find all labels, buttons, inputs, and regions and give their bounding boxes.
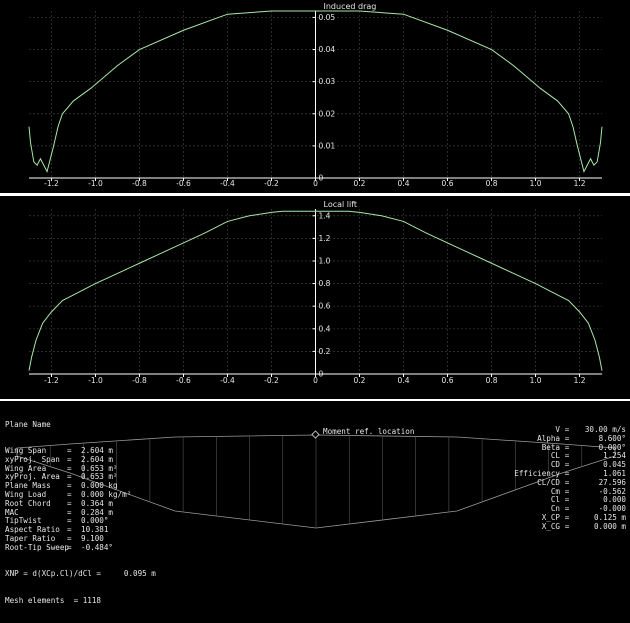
x-tick-label: 0.2 — [354, 179, 366, 188]
x-tick-label: -0.6 — [176, 376, 191, 385]
x-tick-label: -1.2 — [44, 376, 59, 385]
moment-ref-label: Moment ref. location — [323, 427, 415, 436]
result-value: 0.000 m — [593, 521, 626, 531]
x-tick-label: -1.0 — [88, 376, 103, 385]
plane-name-label: Plane Name — [5, 419, 51, 429]
property-value: 9.100 — [81, 533, 104, 543]
y-tick-label: 0.03 — [319, 77, 336, 86]
y-tick-label: 0 — [319, 370, 324, 379]
x-tick-label: -0.2 — [264, 376, 279, 385]
x-tick-label: 0 — [313, 376, 318, 385]
x-tick-label: -0.4 — [220, 179, 235, 188]
x-tick-label: 0 — [313, 179, 318, 188]
x-tick-label: 0.2 — [354, 376, 366, 385]
y-tick-label: 0.4 — [319, 324, 331, 333]
x-tick-label: -0.8 — [132, 376, 147, 385]
property-label: Root-Tip Sweep — [5, 542, 70, 552]
induced-drag-chart: -1.2 -1.0 -0.8 -0.6 -0.4 -0.2 0 0.2 0.4 0.6 0.8 1.0… — [0, 0, 630, 193]
x-tick-label: 0.8 — [486, 376, 498, 385]
xnp-line: XNP = d(XCp.Cl)/dCl = 0.095 m — [5, 569, 156, 579]
x-tick-label: 0.4 — [398, 179, 410, 188]
y-tick-label: 0.8 — [319, 279, 331, 288]
x-tick-label: -0.6 — [176, 179, 191, 188]
result-label: X_CG — [541, 521, 560, 531]
chart-title: Local lift — [324, 200, 358, 209]
plane-info-panel: Plane Name Wing Span = 2.604 m xyProj. Span… — [0, 401, 630, 605]
y-tick-label: 0.02 — [319, 109, 336, 118]
x-tick-label: 1.0 — [530, 376, 542, 385]
property-row: Root-Tip Sweep = -0.484° — [5, 542, 156, 553]
x-tick-label: 0.6 — [442, 179, 454, 188]
y-tick-label: 0.01 — [319, 141, 336, 150]
x-tick-label: -1.0 — [88, 179, 103, 188]
y-tick-label: 1.2 — [319, 234, 331, 243]
result-row: X_CG = 0.000 m — [514, 521, 626, 532]
y-tick-label: 0.05 — [319, 13, 336, 22]
x-tick-label: -0.4 — [220, 376, 235, 385]
x-tick-label: 1.2 — [574, 179, 586, 188]
x-tick-label: 1.2 — [574, 376, 586, 385]
mesh-elements-line: Mesh elements = 1118 — [5, 595, 102, 605]
x-tick-label: 0.8 — [486, 179, 498, 188]
y-tick-label: 1.4 — [319, 211, 331, 220]
y-tick-label: 0 — [319, 174, 324, 183]
local-lift-chart: -1.2 -1.0 -0.8 -0.6 -0.4 -0.2 0 0.2 0.4 0.6 0.8 1.0… — [0, 196, 630, 399]
moment-ref-marker — [311, 430, 320, 439]
y-tick-label: 0.6 — [319, 302, 331, 311]
property-row: Taper Ratio = 9.100 — [5, 533, 156, 544]
y-tick-label: 0.04 — [319, 45, 336, 54]
plane-properties: Plane Name Wing Span = 2.604 m xyProj. Span… — [5, 403, 156, 623]
x-tick-label: 0.4 — [398, 376, 410, 385]
equals-sign: = — [564, 521, 570, 531]
x-tick-label: -0.8 — [132, 179, 147, 188]
x-tick-label: 0.6 — [442, 376, 454, 385]
x-tick-label: 1.0 — [530, 179, 542, 188]
equals-sign: = — [67, 533, 72, 543]
property-label: Taper Ratio — [5, 533, 56, 543]
x-tick-label: -0.2 — [264, 179, 279, 188]
equals-sign: = — [67, 542, 72, 552]
property-value: -0.484° — [81, 542, 114, 552]
y-tick-label: 0.2 — [319, 347, 331, 356]
y-tick-label: 1.0 — [319, 256, 331, 265]
aero-results: V = 30.00 m/s Alpha = 8.600° Beta = 0.000° CL = 1.2… — [514, 425, 626, 532]
x-tick-label: -1.2 — [44, 179, 59, 188]
chart-title: Induced drag — [324, 2, 377, 11]
